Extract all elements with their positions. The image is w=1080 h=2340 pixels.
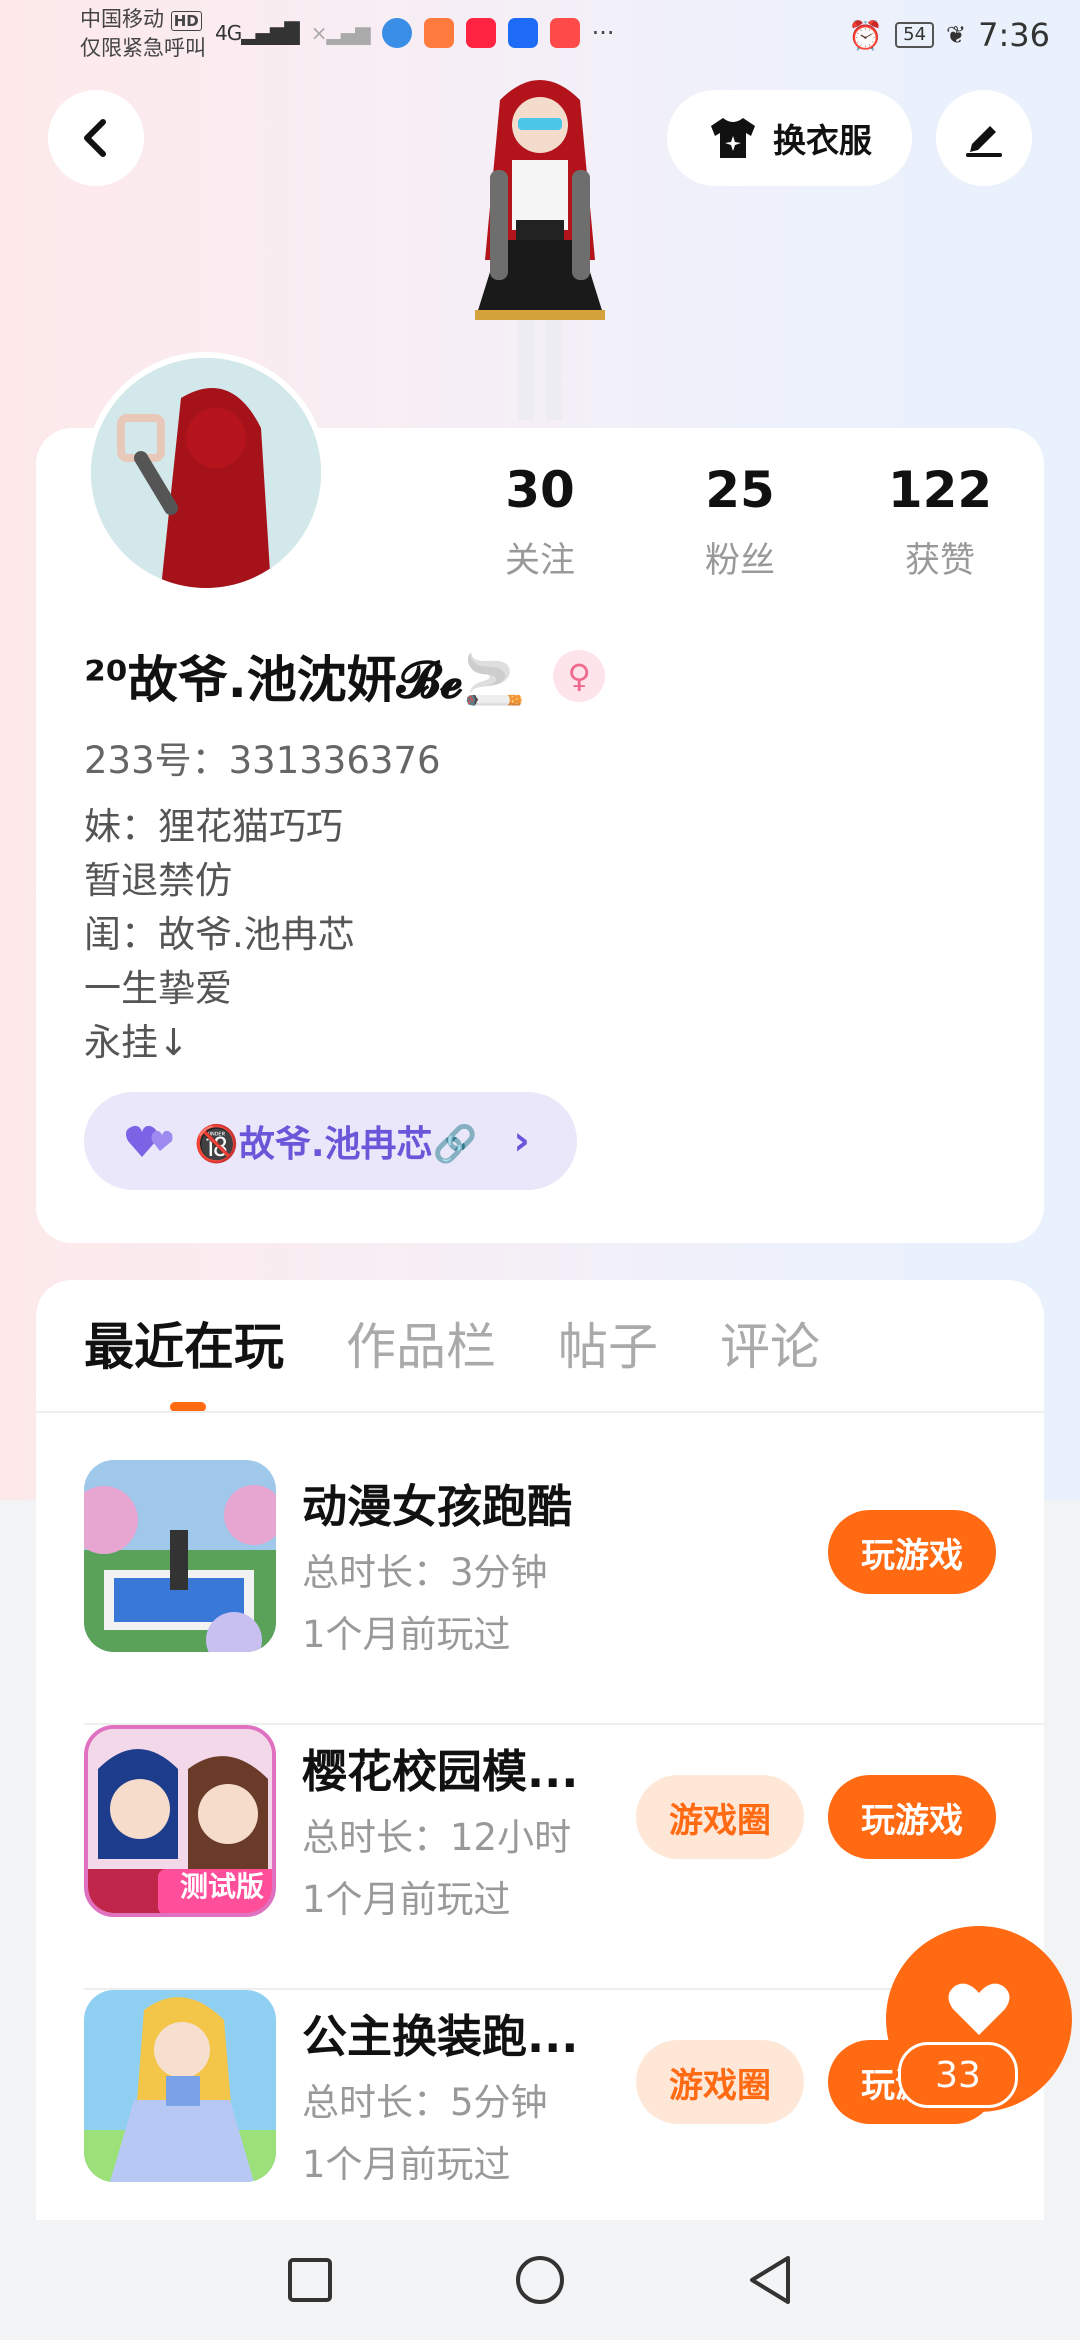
bio-line: 一生挚爱 (84, 967, 232, 1010)
relationship-link-chip[interactable]: 🔞故爷.池冉芯🔗 › (84, 1092, 577, 1190)
more-notifications: ··· (591, 19, 615, 47)
username-text: ²⁰故爷.池沈妍𝓑𝓮🚬 (84, 651, 526, 709)
avatar-character-illustration (430, 70, 650, 430)
game-icon (84, 1460, 276, 1652)
game-last-played: 1个月前玩过 (302, 1878, 511, 1921)
back-button[interactable] (48, 90, 144, 186)
game-last-played: 1个月前玩过 (302, 1613, 511, 1656)
stat-label: 关注 (504, 541, 575, 581)
status-right: ⏰ 54 ❦ 7:36 (848, 16, 1050, 54)
app-notification-icon (507, 18, 538, 48)
tab-recently-played[interactable]: 最近在玩 (84, 1312, 284, 1382)
game-duration: 总时长：5分钟 (302, 2081, 548, 2124)
bio-line: 永挂↓ (84, 1021, 190, 1064)
bio-line: 暂退禁仿 (84, 859, 232, 902)
divider (36, 1411, 1044, 1413)
stat-value: 122 (887, 461, 993, 519)
emergency-text: 仅限紧急呼叫 (80, 36, 206, 60)
tshirt-icon (711, 118, 755, 158)
double-heart-icon (126, 1125, 173, 1157)
avatar[interactable] (85, 352, 327, 594)
clock: 7:36 (978, 16, 1050, 54)
bio: 妹：狸花猫巧巧 暂退禁仿 闺：故爷.池冉芯 一生挚爱 永挂↓ (84, 800, 355, 1070)
game-icon: 测试版 (84, 1725, 276, 1917)
change-outfit-button[interactable]: 换衣服 (667, 90, 912, 186)
username: ²⁰故爷.池沈妍𝓑𝓮🚬 ♀ (84, 640, 606, 712)
stat-likes[interactable]: 122 获赞 (840, 460, 1040, 583)
profile-stats: 30 关注 25 粉丝 122 获赞 (440, 460, 1040, 583)
stat-value: 25 (705, 461, 775, 519)
game-circle-button[interactable]: 游戏圈 (636, 2040, 804, 2124)
status-bar: 中国移动 HD 仅限紧急呼叫 4G▂▄▆█ ×▂▄▆ ··· ⏰ 54 ❦ 7:… (0, 0, 1080, 70)
game-last-played: 1个月前玩过 (302, 2143, 511, 2186)
signal-icon: 4G▂▄▆█ (215, 21, 300, 45)
tab-works[interactable]: 作品栏 (346, 1312, 496, 1382)
profile-tabs: 最近在玩 作品栏 帖子 评论 (84, 1312, 882, 1382)
pencil-icon (966, 126, 1002, 157)
relationship-label: 🔞故爷.池冉芯🔗 (194, 1124, 478, 1165)
edit-profile-button[interactable] (936, 90, 1032, 186)
game-icon (84, 1990, 276, 2182)
list-item[interactable]: 测试版 樱花校园模... 总时长：12小时 1个月前玩过 游戏圈 玩游戏 (84, 1725, 1044, 1990)
game-title: 樱花校园模... (302, 1745, 579, 1798)
circle-icon[interactable] (514, 2254, 566, 2306)
heart-icon (948, 1983, 1010, 2035)
stat-label: 获赞 (904, 541, 975, 581)
female-icon: ♀ (553, 650, 606, 702)
bio-line: 闺：故爷.池冉芯 (84, 913, 355, 956)
play-game-button[interactable]: 玩游戏 (828, 1510, 996, 1594)
play-game-button[interactable]: 玩游戏 (828, 1775, 996, 1859)
app-notification-icon (549, 18, 580, 48)
hd-badge: HD (170, 11, 202, 31)
stat-following[interactable]: 30 关注 (440, 460, 640, 583)
stat-followers[interactable]: 25 粉丝 (640, 460, 840, 583)
chevron-left-icon (84, 119, 106, 157)
tab-comments[interactable]: 评论 (720, 1312, 820, 1382)
square-icon[interactable] (286, 2256, 334, 2304)
like-count: 33 (898, 2042, 1018, 2108)
game-duration: 总时长：12小时 (302, 1816, 572, 1859)
game-duration: 总时长：3分钟 (302, 1551, 548, 1594)
test-version-badge: 测试版 (179, 1870, 264, 1903)
battery-icon: 54 (895, 22, 935, 48)
carrier-name: 中国移动 (80, 7, 164, 31)
carrier-info: 中国移动 HD 仅限紧急呼叫 (80, 6, 206, 62)
system-nav-bar (0, 2220, 1080, 2340)
user-id: 233号：331336376 (84, 739, 441, 782)
app-notification-icon (423, 18, 454, 48)
list-item[interactable]: 动漫女孩跑酷 总时长：3分钟 1个月前玩过 玩游戏 (84, 1460, 1044, 1725)
change-outfit-label: 换衣服 (773, 121, 872, 160)
chevron-right-icon: › (513, 1118, 530, 1164)
tab-posts[interactable]: 帖子 (558, 1312, 658, 1382)
app-notification-icon (381, 18, 412, 48)
xiaohongshu-icon (465, 18, 496, 48)
signal-2-icon: ×▂▄▆ (310, 21, 371, 45)
alarm-icon: ⏰ (848, 18, 884, 52)
stat-label: 粉丝 (704, 541, 775, 581)
leaf-icon: ❦ (946, 21, 967, 49)
game-title: 公主换装跑... (302, 2010, 579, 2063)
bio-line: 妹：狸花猫巧巧 (84, 805, 343, 848)
stat-value: 30 (505, 461, 575, 519)
game-circle-button[interactable]: 游戏圈 (636, 1775, 804, 1859)
game-title: 动漫女孩跑酷 (302, 1480, 573, 1533)
triangle-back-icon[interactable] (746, 2254, 794, 2306)
status-icons: 4G▂▄▆█ ×▂▄▆ ··· (215, 18, 615, 48)
